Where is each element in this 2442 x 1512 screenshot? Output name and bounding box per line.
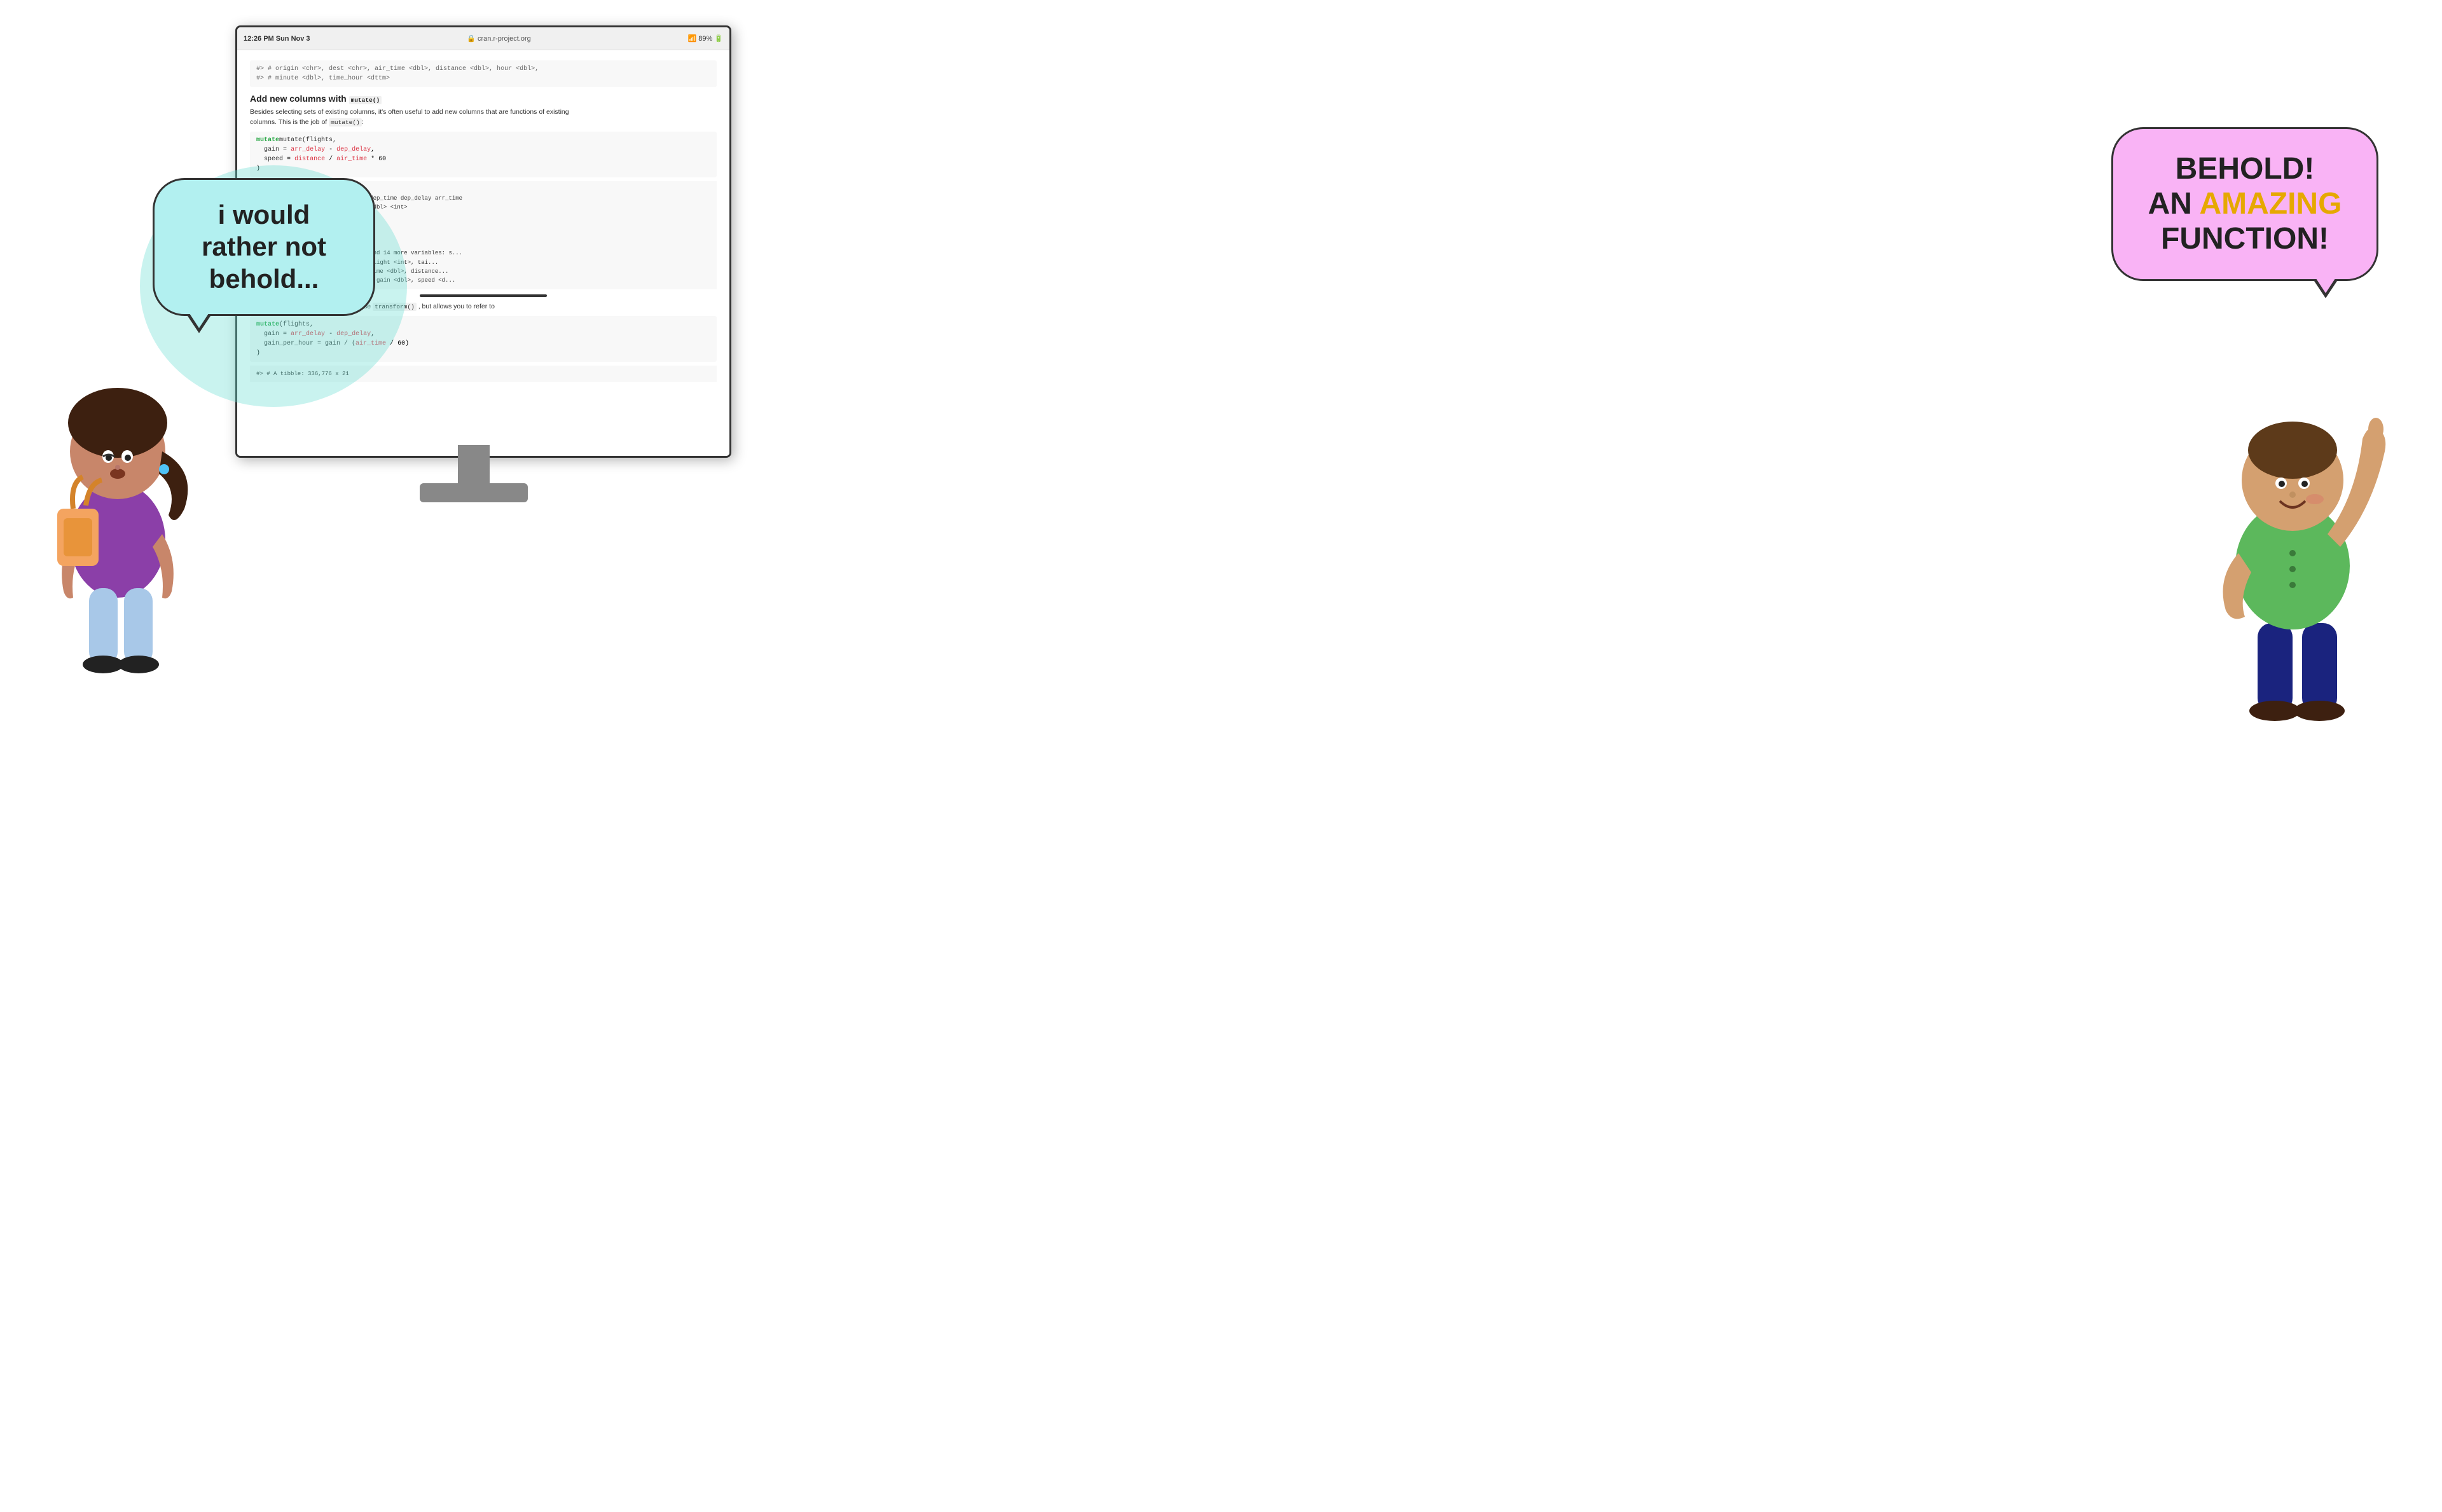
- mutate-inline-code: mutate(): [349, 96, 382, 104]
- browser-url: 🔒 cran.r-project.org: [310, 34, 688, 43]
- speech-bubble-left: i would rather not behold...: [153, 178, 375, 316]
- monitor-base: [420, 483, 528, 502]
- code-line-1: #> # origin <chr>, dest <chr>, air_time …: [256, 65, 539, 72]
- screen-divider: [420, 294, 547, 297]
- browser-time: 12:26 PM Sun Nov 3: [244, 35, 310, 43]
- section-heading: Add new columns with mutate(): [250, 93, 717, 104]
- browser-icons: 📶 89% 🔋: [687, 34, 723, 43]
- character-right: [2175, 356, 2442, 788]
- browser-bar: 12:26 PM Sun Nov 3 🔒 cran.r-project.org …: [237, 27, 729, 50]
- code-block-1: mutatemutate(flights, gain = arr_delay -…: [250, 132, 717, 177]
- body-text: Besides selecting sets of existing colum…: [250, 107, 717, 128]
- code-top: #> # origin <chr>, dest <chr>, air_time …: [250, 60, 717, 87]
- speech-bubble-right: BEHOLD! AN AMAZING FUNCTION!: [2111, 127, 2378, 281]
- character-left: [19, 305, 229, 718]
- code-line-2: #> # minute <dbl>, time_hour <dttm>: [256, 75, 390, 82]
- mutate-ref-code: mutate(): [329, 118, 362, 127]
